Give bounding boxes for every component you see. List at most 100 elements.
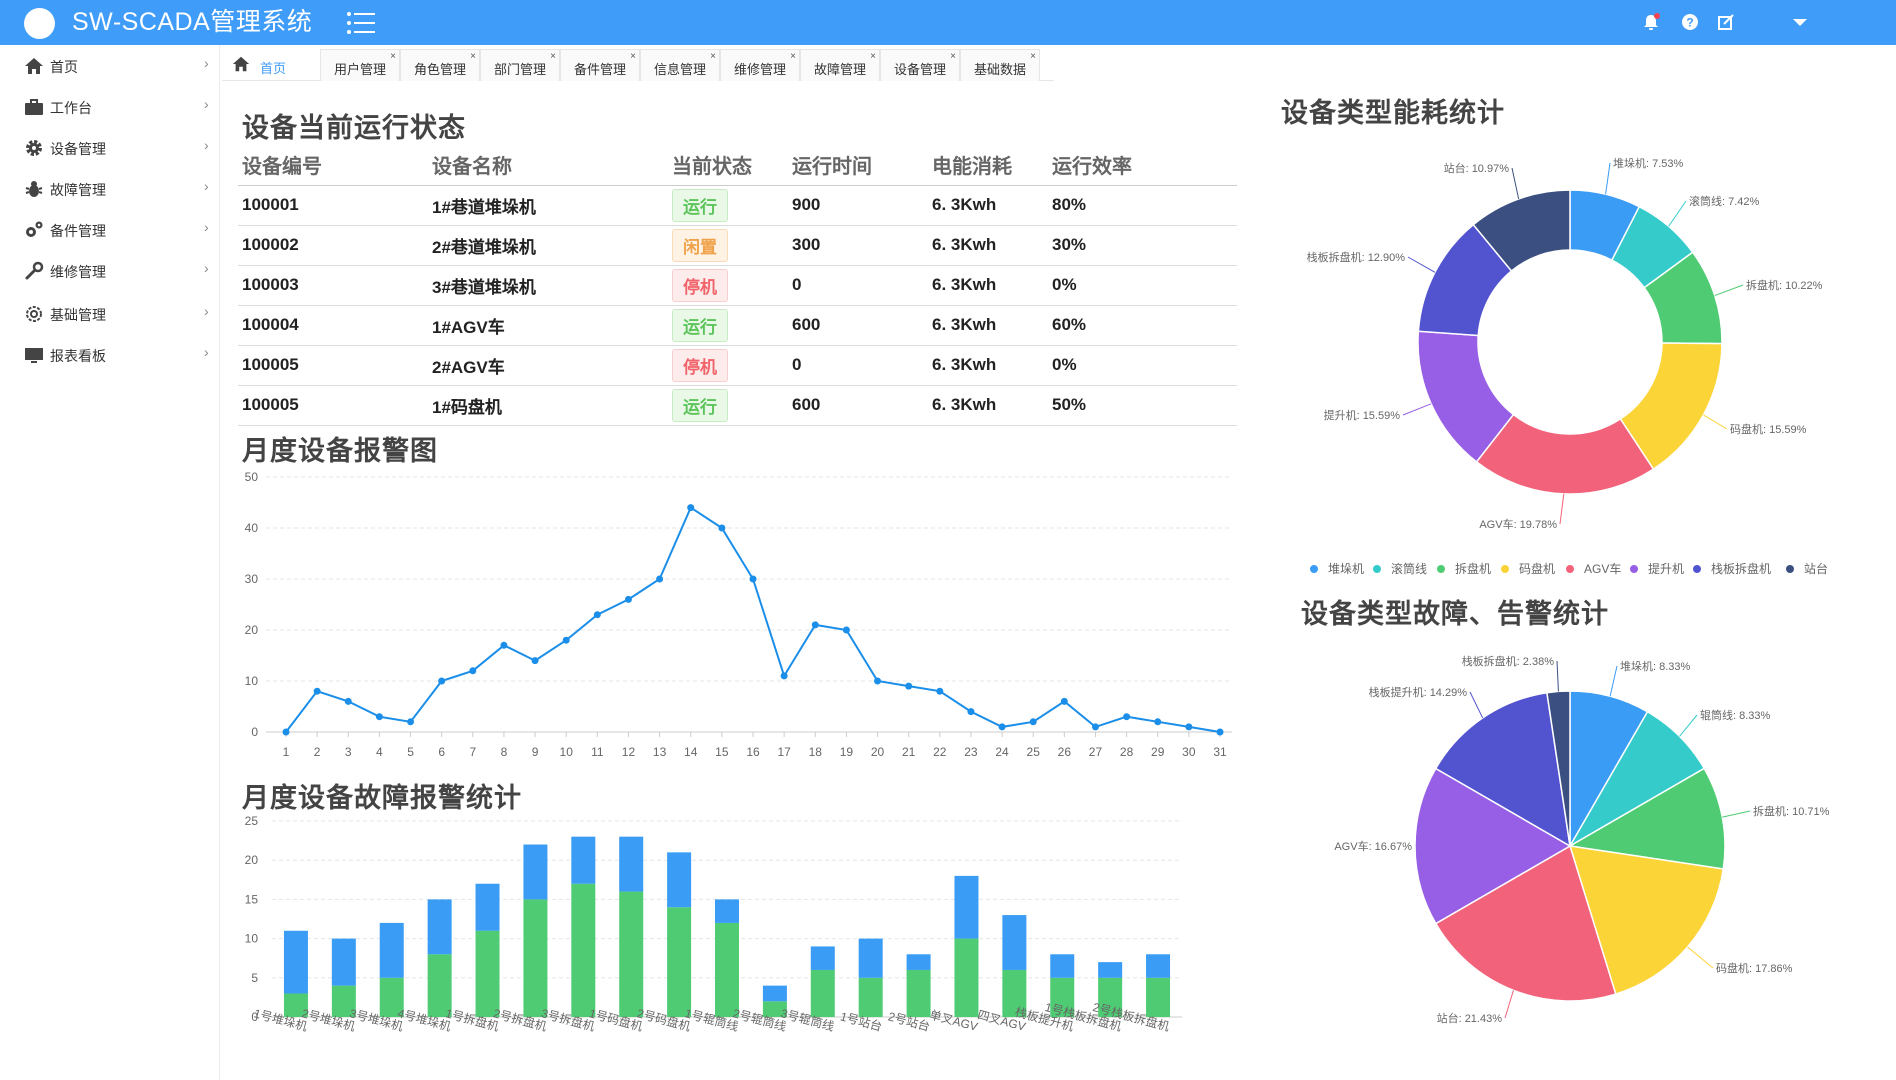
energy: 6. 3Kwh: [928, 225, 1048, 266]
pie-chart-title: 设备类型故障、告警统计: [1301, 599, 1609, 629]
status-badge: 闲置: [672, 228, 728, 262]
tab-maintenance-management[interactable]: 维修管理 ×: [720, 49, 800, 81]
x-tick-label: 15: [715, 745, 729, 759]
tab-label: 部门管理: [493, 62, 546, 77]
bar-segment: [475, 930, 500, 1017]
tab-equipment-management[interactable]: 设备管理 ×: [880, 49, 960, 81]
x-tick-label: 3号堆垛机: [348, 1005, 405, 1034]
bar-segment: [810, 946, 835, 970]
tab-basic-data[interactable]: 基础数据 ×: [960, 49, 1040, 81]
caret-down-icon[interactable]: [1791, 13, 1809, 31]
x-tick-label: 14: [684, 745, 698, 759]
tab-spare-parts-management[interactable]: 备件管理 ×: [560, 49, 640, 81]
legend-label: AGV车: [1584, 561, 1621, 576]
status-badge: 运行: [672, 308, 728, 342]
sidebar-item-basic[interactable]: 基础管理 ›: [0, 293, 220, 333]
close-icon[interactable]: ×: [630, 51, 636, 62]
tab-label: 故障管理: [813, 62, 866, 77]
tab-department-management[interactable]: 部门管理 ×: [480, 49, 560, 81]
tab-label: 维修管理: [733, 62, 786, 77]
legend-label: 码盘机: [1519, 561, 1555, 576]
line-chart-title: 月度设备报警图: [242, 436, 438, 466]
legend-swatch: [1373, 565, 1381, 573]
y-tick-label: 20: [245, 623, 259, 637]
data-point: [1185, 723, 1193, 731]
data-point: [780, 672, 788, 680]
label-leader: [1556, 660, 1559, 692]
close-icon[interactable]: ×: [710, 51, 716, 62]
data-point: [842, 626, 850, 634]
sidebar-item-faults[interactable]: 故障管理 ›: [0, 168, 220, 208]
run-time: 300: [788, 225, 928, 266]
close-icon[interactable]: ×: [470, 51, 476, 62]
x-tick-label: 10: [560, 745, 574, 759]
device-id: 100005: [238, 385, 428, 426]
bar-segment: [715, 922, 739, 1017]
home-icon: [25, 58, 43, 74]
bar-segment: [667, 907, 692, 1017]
device-name: 3#巷道堆垛机: [428, 265, 668, 306]
fault-bar-chart: 0 5 10 15 20 25 1号堆垛机2号堆垛机3号堆垛机4号堆垛机1号拆盘机2号拆盘机…: [245, 814, 1182, 1034]
tab-fault-management[interactable]: 故障管理 ×: [800, 49, 880, 81]
close-icon[interactable]: ×: [550, 51, 556, 62]
slice-label: 栈板拆盘机: 12.90%: [1307, 250, 1406, 264]
pie-slice: [1567, 767, 1726, 870]
sidebar-item-spare-parts[interactable]: 备件管理 ›: [0, 209, 220, 249]
legend-label: 拆盘机: [1455, 561, 1491, 576]
x-tick-label: 29: [1151, 745, 1165, 759]
bell-icon[interactable]: [1642, 13, 1660, 31]
close-icon[interactable]: ×: [790, 51, 796, 62]
tab-home[interactable]: 首页: [222, 49, 318, 81]
x-tick-label: 23: [964, 745, 978, 759]
x-tick-label: 单叉AGV: [928, 1008, 979, 1034]
pie-slice: [1567, 710, 1706, 849]
chevron-right-icon: ›: [204, 137, 209, 153]
bar-segment: [810, 969, 835, 1017]
run-time: 0: [788, 345, 928, 386]
slice-label: 堆垛机: 7.53%: [1613, 156, 1684, 170]
label-leader: [1687, 946, 1714, 969]
status-cell: 闲置: [668, 225, 788, 266]
slice-label: 站台: 21.43%: [1437, 1011, 1503, 1025]
sidebar-item-workbench[interactable]: 工作台 ›: [0, 86, 220, 126]
close-icon[interactable]: ×: [870, 51, 876, 62]
x-tick-label: 2号码盘机: [636, 1005, 693, 1034]
x-tick-label: 24: [995, 745, 1009, 759]
bar-segment: [1002, 915, 1027, 970]
energy: 6. 3Kwh: [928, 345, 1048, 386]
table-row: 100005 1#码盘机 运行 600 6. 3Kwh 50%: [238, 385, 1237, 426]
close-icon[interactable]: ×: [390, 51, 396, 62]
sidebar-item-home[interactable]: 首页 ›: [0, 45, 220, 85]
sidebar-item-reports[interactable]: 报表看板 ›: [0, 334, 220, 374]
help-icon[interactable]: ?: [1681, 13, 1699, 31]
edit-icon[interactable]: [1717, 13, 1735, 31]
donut-chart-title: 设备类型能耗统计: [1281, 98, 1505, 128]
sidebar-item-equipment[interactable]: 设备管理 ›: [0, 127, 220, 167]
x-tick-label: 19: [840, 745, 854, 759]
bar-segment: [715, 899, 739, 923]
energy-donut-chart: 堆垛机: 7.53% 滚筒线: 7.42% 拆盘机: 10.22% 码盘机: 15.5…: [1307, 156, 1828, 576]
y-tick-label: 10: [245, 932, 259, 946]
table-row: 100005 2#AGV车 停机 0 6. 3Kwh 0%: [238, 345, 1237, 386]
run-time: 600: [788, 305, 928, 346]
x-tick-label: 30: [1182, 745, 1196, 759]
legend-label: 提升机: [1648, 561, 1684, 576]
sidebar-item-label: 首页: [50, 59, 78, 75]
chevron-right-icon: ›: [204, 96, 209, 112]
x-tick-label: 2号栈板拆盘机: [1091, 999, 1171, 1034]
close-icon[interactable]: ×: [1030, 51, 1036, 62]
table-row: 100004 1#AGV车 运行 600 6. 3Kwh 60%: [238, 305, 1237, 346]
bar-segment: [283, 993, 308, 1017]
tab-role-management[interactable]: 角色管理 ×: [400, 49, 480, 81]
data-point: [656, 575, 664, 583]
bar-segment: [331, 938, 356, 986]
menu-icon[interactable]: [346, 11, 376, 35]
tab-user-management[interactable]: 用户管理 ×: [320, 49, 400, 81]
sidebar-item-maintenance[interactable]: 维修管理 ›: [0, 250, 220, 290]
label-leader: [1504, 990, 1514, 1019]
tab-label: 用户管理: [333, 62, 386, 77]
tab-info-management[interactable]: 信息管理 ×: [640, 49, 720, 81]
close-icon[interactable]: ×: [950, 51, 956, 62]
pie-slice: [1619, 342, 1723, 471]
table-header-row: 设备编号 设备名称 当前状态 运行时间 电能消耗 运行效率: [238, 144, 1237, 186]
